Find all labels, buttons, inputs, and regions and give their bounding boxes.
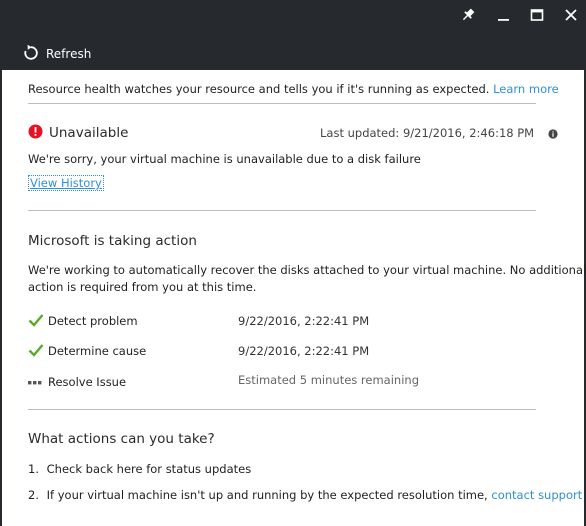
action-description-line1: We're working to automatically recover t… — [28, 263, 586, 277]
step-label: Detect problem — [48, 314, 138, 328]
in-progress-icon — [28, 375, 44, 389]
divider — [28, 409, 536, 410]
view-history-wrap: View History — [28, 175, 104, 191]
step-label: Determine cause — [48, 344, 147, 358]
user-actions-heading: What actions can you take? — [28, 431, 215, 447]
maximize-icon[interactable] — [524, 4, 550, 26]
refresh-button[interactable]: Refresh — [22, 44, 91, 64]
last-updated-value: 9/21/2016, 2:46:18 PM — [402, 126, 535, 140]
view-history-link[interactable]: View History — [28, 175, 104, 191]
info-icon[interactable] — [548, 128, 558, 142]
blade-title-bar: Refresh — [0, 0, 586, 70]
check-icon — [28, 343, 44, 360]
step-label: Resolve Issue — [48, 375, 127, 389]
last-updated: Last updated: 9/21/2016, 2:46:18 PM — [320, 126, 534, 140]
action-heading: Microsoft is taking action — [28, 233, 197, 249]
status-title: Unavailable — [49, 125, 129, 141]
error-icon — [28, 124, 44, 140]
minimize-icon[interactable] — [490, 4, 516, 26]
list-item: 2. If your virtual machine isn't up and … — [28, 488, 582, 502]
list-number: 1. — [28, 462, 39, 476]
contact-support-link[interactable]: contact support — [491, 488, 582, 502]
divider — [28, 103, 536, 104]
step-time: 9/22/2016, 2:22:41 PM — [238, 314, 370, 328]
list-text: Check back here for status updates — [46, 462, 252, 476]
action-description-line2: action is required from you at this time… — [28, 280, 257, 294]
learn-more-link[interactable]: Learn more — [493, 82, 559, 96]
intro-text: Resource health watches your resource an… — [28, 82, 490, 96]
pin-icon[interactable] — [455, 4, 481, 26]
refresh-label: Refresh — [46, 47, 92, 61]
list-text: If your virtual machine isn't up and run… — [46, 488, 488, 502]
step-time: 9/22/2016, 2:22:41 PM — [238, 344, 370, 358]
refresh-icon — [22, 44, 40, 65]
step-time: Estimated 5 minutes remaining — [238, 373, 419, 387]
divider — [28, 210, 536, 211]
intro-line: Resource health watches your resource an… — [28, 82, 559, 96]
check-icon — [28, 313, 44, 330]
last-updated-label: Last updated: — [320, 126, 400, 140]
list-item: 1. Check back here for status updates — [28, 462, 251, 476]
list-number: 2. — [28, 488, 39, 502]
close-icon[interactable] — [558, 4, 584, 26]
resource-health-content: Resource health watches your resource an… — [0, 70, 586, 526]
status-message: We're sorry, your virtual machine is una… — [28, 152, 421, 166]
